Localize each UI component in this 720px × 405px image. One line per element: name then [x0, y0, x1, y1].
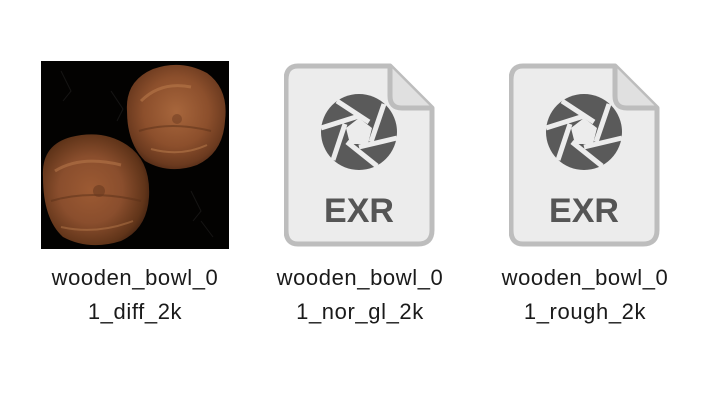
exr-type-text: EXR: [549, 192, 619, 230]
thumbnail-frame: EXR: [480, 55, 690, 255]
file-item-rough[interactable]: EXR wooden_bowl_0 1_rough_2k: [480, 55, 690, 330]
file-name-line1: wooden_bowl_0: [501, 265, 669, 290]
file-explorer-view: wooden_bowl_0 1_diff_2k EXR wooden_bowl_…: [0, 0, 720, 405]
thumbnail-frame: EXR: [255, 55, 465, 255]
file-item-nor-gl[interactable]: EXR wooden_bowl_0 1_nor_gl_2k: [255, 55, 465, 330]
file-name-line2: 1_diff_2k: [87, 299, 183, 324]
exr-file-icon: EXR: [509, 62, 661, 248]
aperture-icon: [320, 94, 398, 170]
aperture-icon: [545, 94, 623, 170]
file-name-label: wooden_bowl_0 1_diff_2k: [30, 261, 240, 329]
file-name-line1: wooden_bowl_0: [51, 265, 219, 290]
file-name-line1: wooden_bowl_0: [276, 265, 444, 290]
exr-type-text: EXR: [324, 192, 394, 230]
texture-thumbnail-icon: [41, 61, 229, 249]
exr-file-icon: EXR: [284, 62, 436, 248]
file-name-line2: 1_rough_2k: [523, 299, 647, 324]
file-name-label: wooden_bowl_0 1_rough_2k: [480, 261, 690, 329]
file-item-diff[interactable]: wooden_bowl_0 1_diff_2k: [30, 55, 240, 330]
file-name-line2: 1_nor_gl_2k: [296, 299, 424, 324]
thumbnail-frame: [30, 55, 240, 255]
file-name-label: wooden_bowl_0 1_nor_gl_2k: [255, 261, 465, 329]
